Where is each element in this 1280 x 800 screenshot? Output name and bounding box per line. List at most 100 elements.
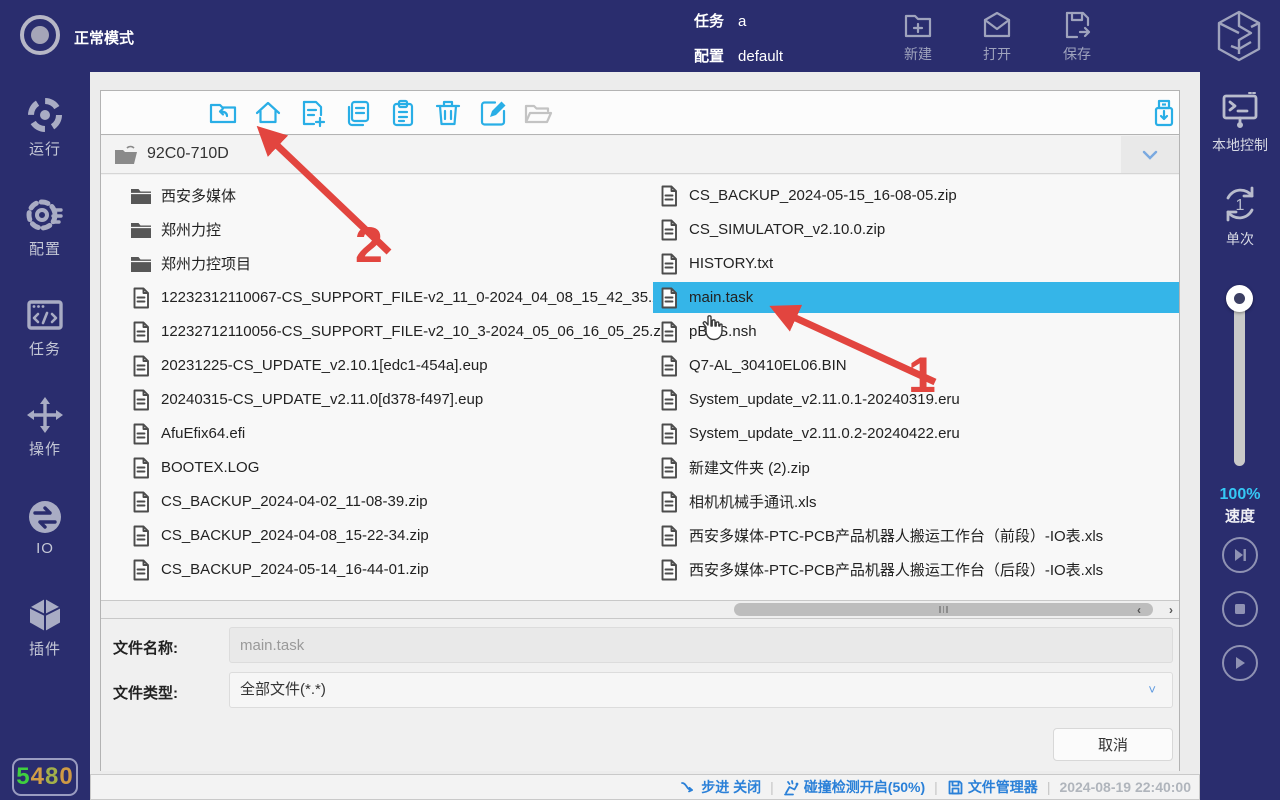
- file-list-item[interactable]: System_update_v2.11.0.1-20240319.eru: [653, 384, 1179, 415]
- file-list-item[interactable]: 新建文件夹 (2).zip: [653, 452, 1179, 483]
- file-list-item[interactable]: 20240315-CS_UPDATE_v2.11.0[d378-f497].eu…: [125, 384, 653, 415]
- path-dropdown-toggle[interactable]: [1121, 136, 1179, 173]
- file-list-item[interactable]: 12232312110067-CS_SUPPORT_FILE-v2_11_0-2…: [125, 282, 653, 313]
- file-list-item[interactable]: CS_SIMULATOR_v2.10.0.zip: [653, 214, 1179, 245]
- file-name: 西安多媒体: [161, 185, 236, 206]
- file-list-item[interactable]: pBUS.nsh: [653, 316, 1179, 347]
- current-path: 92C0-710D: [147, 145, 229, 163]
- filename-input[interactable]: [229, 627, 1173, 663]
- task-value: a: [738, 13, 746, 30]
- sidebar-item-label: 运行: [0, 138, 90, 159]
- config-indicator: 配置default: [694, 45, 783, 66]
- file-name: System_update_v2.11.0.1-20240319.eru: [689, 391, 960, 408]
- usb-drive-icon: [1149, 98, 1179, 128]
- collision-detect-icon: [783, 779, 800, 796]
- single-run-label: 单次: [1200, 229, 1280, 249]
- file-name: 12232712110056-CS_SUPPORT_FILE-v2_10_3-2…: [161, 323, 673, 340]
- sidebar-item-label: 任务: [0, 338, 90, 359]
- step-status[interactable]: 步进 关闭: [680, 777, 761, 797]
- status-separator: |: [934, 779, 938, 795]
- filetype-select[interactable]: 全部文件(*.*) ˅: [229, 672, 1173, 708]
- paste-button[interactable]: [388, 98, 418, 128]
- file-list-item[interactable]: Q7-AL_30410EL06.BIN: [653, 350, 1179, 381]
- single-run-button[interactable]: 1 单次: [1200, 182, 1280, 249]
- config-gear-icon: [24, 194, 66, 236]
- new-file-button[interactable]: [298, 98, 328, 128]
- open-button[interactable]: 打开: [969, 8, 1025, 64]
- scroll-right-arrow[interactable]: ›: [1165, 603, 1177, 617]
- single-loop-icon: 1: [1218, 182, 1262, 226]
- file-icon: [657, 320, 681, 344]
- file-name: 12232312110067-CS_SUPPORT_FILE-v2_11_0-2…: [161, 289, 671, 306]
- file-list-item[interactable]: 郑州力控项目: [125, 248, 653, 279]
- file-icon: [129, 524, 153, 548]
- file-list-item[interactable]: System_update_v2.11.0.2-20240422.eru: [653, 418, 1179, 449]
- file-manager-toolbar: [101, 91, 1179, 135]
- collision-status[interactable]: 碰撞检测开启(50%): [783, 777, 925, 797]
- open-folder-button[interactable]: [523, 98, 553, 128]
- rename-button[interactable]: [478, 98, 508, 128]
- file-list-item[interactable]: main.task: [653, 282, 1179, 313]
- file-list-item[interactable]: HISTORY.txt: [653, 248, 1179, 279]
- file-list-item[interactable]: 20231225-CS_UPDATE_v2.10.1[edc1-454a].eu…: [125, 350, 653, 381]
- file-name: System_update_v2.11.0.2-20240422.eru: [689, 425, 960, 442]
- task-indicator: 任务a: [694, 10, 746, 31]
- file-manager-status-label: 文件管理器: [968, 777, 1038, 797]
- home-button[interactable]: [253, 98, 283, 128]
- delete-button[interactable]: [433, 98, 463, 128]
- local-control-button[interactable]: 本地控制: [1200, 88, 1280, 155]
- file-icon: [129, 558, 153, 582]
- scrollbar-thumb[interactable]: [734, 603, 1153, 616]
- copy-button[interactable]: [343, 98, 373, 128]
- step-next-button[interactable]: [1222, 537, 1258, 573]
- file-list-item[interactable]: 相机机械手通讯.xls: [653, 486, 1179, 517]
- file-icon: [657, 184, 681, 208]
- folder-up-button[interactable]: [208, 98, 238, 128]
- new-file-icon: [298, 98, 328, 128]
- local-control-terminal-icon: [1218, 88, 1262, 132]
- plugin-cube-icon: [24, 594, 66, 636]
- speed-slider-knob[interactable]: [1226, 285, 1253, 312]
- sidebar-item-io[interactable]: IO: [0, 496, 90, 557]
- save-button[interactable]: 保存: [1049, 8, 1105, 64]
- file-list-item[interactable]: BOOTEX.LOG: [125, 452, 653, 483]
- usb-device-button[interactable]: [1149, 98, 1179, 128]
- edit-icon: [478, 98, 508, 128]
- new-task-button[interactable]: 新建: [890, 8, 946, 64]
- stop-button[interactable]: [1222, 591, 1258, 627]
- file-manager-status[interactable]: 文件管理器: [947, 777, 1038, 797]
- sidebar-item-label: 插件: [0, 638, 90, 659]
- sidebar-item-run[interactable]: 运行: [0, 94, 90, 159]
- file-list-item[interactable]: 西安多媒体-PTC-PCB产品机器人搬运工作台（前段）-IO表.xls: [653, 520, 1179, 551]
- horizontal-scrollbar[interactable]: ‹ ›: [101, 600, 1179, 619]
- file-list-item[interactable]: AfuEfix64.efi: [125, 418, 653, 449]
- file-list-item[interactable]: 12232712110056-CS_SUPPORT_FILE-v2_10_3-2…: [125, 316, 653, 347]
- sidebar-item-plugin[interactable]: 插件: [0, 594, 90, 659]
- collision-status-label: 碰撞检测开启(50%): [804, 777, 925, 797]
- file-list-item[interactable]: 郑州力控: [125, 214, 653, 245]
- top-bar: 正常模式 任务a 配置default 新建 打开 保存: [0, 0, 1280, 72]
- sidebar-item-config[interactable]: 配置: [0, 194, 90, 259]
- file-icon: [129, 456, 153, 480]
- file-list-item[interactable]: CS_BACKUP_2024-04-08_15-22-34.zip: [125, 520, 653, 551]
- file-list-item[interactable]: CS_BACKUP_2024-05-15_16-08-05.zip: [653, 180, 1179, 211]
- sidebar-item-task[interactable]: 任务: [0, 294, 90, 359]
- cancel-button[interactable]: 取消: [1053, 728, 1173, 761]
- file-list-item[interactable]: CS_BACKUP_2024-04-02_11-08-39.zip: [125, 486, 653, 517]
- scroll-left-arrow[interactable]: ‹: [1133, 603, 1145, 617]
- path-dropdown[interactable]: 92C0-710D: [101, 136, 1179, 174]
- file-icon: [129, 354, 153, 378]
- chevron-down-icon: [1142, 150, 1158, 160]
- play-button[interactable]: [1222, 645, 1258, 681]
- file-list-item[interactable]: 西安多媒体: [125, 180, 653, 211]
- counter-display: 5480: [12, 758, 78, 796]
- file-list: 西安多媒体 郑州力控 郑州力控项目 12232312110067-CS_SUPP…: [101, 175, 1179, 600]
- file-list-item[interactable]: 西安多媒体-PTC-PCB产品机器人搬运工作台（后段）-IO表.xls: [653, 554, 1179, 585]
- config-label: 配置: [694, 48, 724, 65]
- file-name: pBUS.nsh: [689, 323, 757, 340]
- sidebar-item-operate[interactable]: 操作: [0, 394, 90, 459]
- file-icon: [657, 456, 681, 480]
- file-icon: [657, 286, 681, 310]
- file-list-item[interactable]: CS_BACKUP_2024-05-14_16-44-01.zip: [125, 554, 653, 585]
- speed-slider-track[interactable]: [1234, 304, 1245, 466]
